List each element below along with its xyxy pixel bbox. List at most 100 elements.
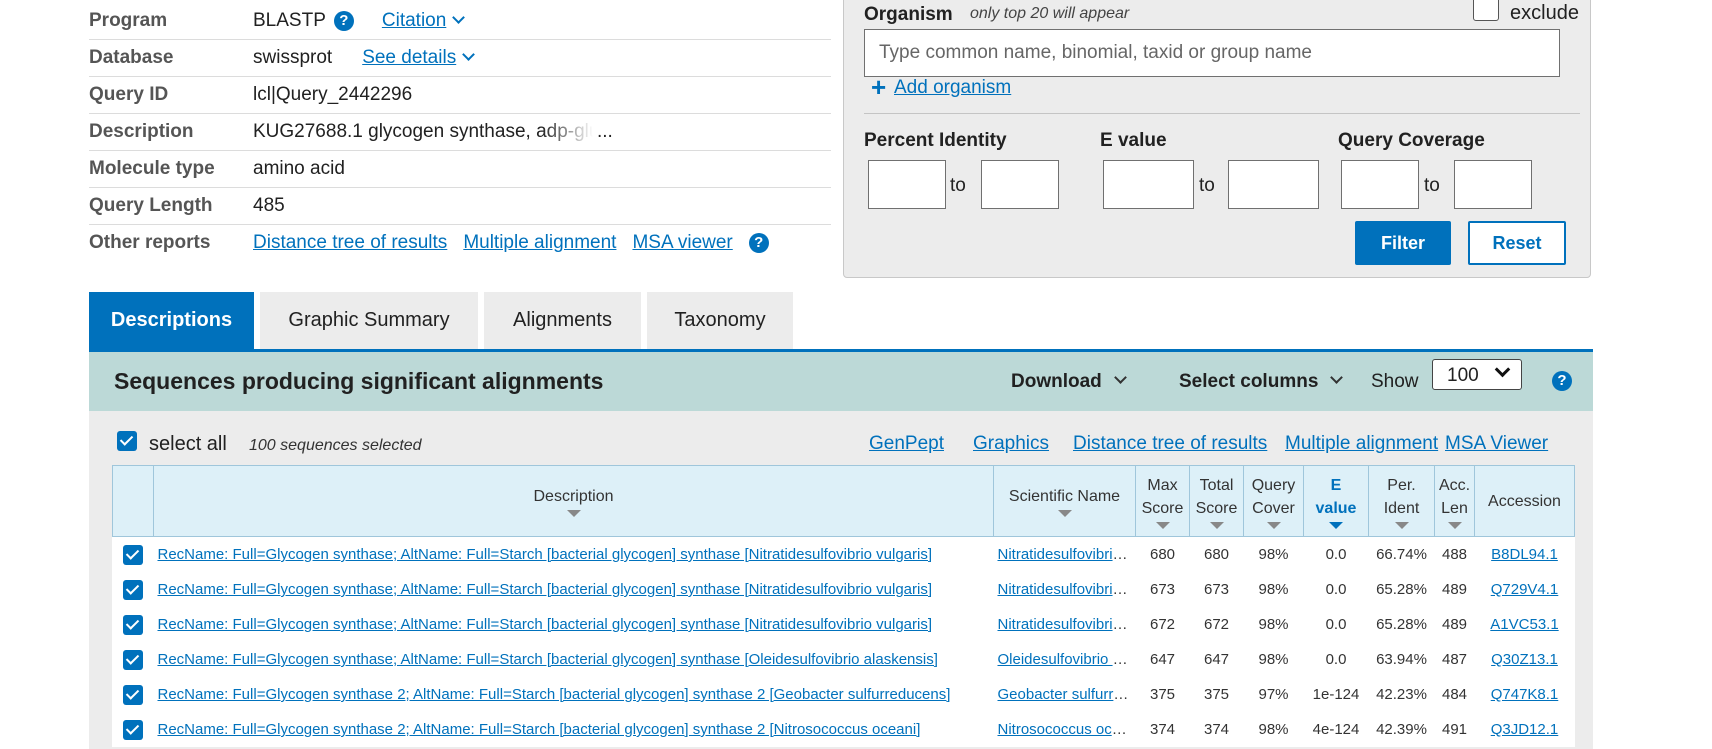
- query-coverage-min-input[interactable]: [1341, 160, 1419, 209]
- checkbox-checked-icon[interactable]: [123, 614, 143, 635]
- multiple-alignment-link[interactable]: Multiple alignment: [463, 232, 616, 254]
- per-ident-cell: 42.39%: [1368, 712, 1435, 747]
- distance-tree-link[interactable]: Distance tree of results: [1073, 433, 1267, 455]
- checkbox-checked-icon[interactable]: [123, 649, 143, 670]
- max-score-column-header[interactable]: Max Score: [1135, 465, 1190, 537]
- query-cover-column-header[interactable]: Query Cover: [1243, 465, 1304, 537]
- evalue-column-header[interactable]: Evalue: [1303, 465, 1369, 537]
- row-checkbox-cell[interactable]: [112, 642, 154, 677]
- description-link[interactable]: RecName: Full=Glycogen synthase; AltName…: [158, 651, 938, 668]
- tab-graphic-summary[interactable]: Graphic Summary: [260, 292, 478, 349]
- checkbox-checked-icon[interactable]: [123, 544, 143, 565]
- row-checkbox-cell[interactable]: [112, 607, 154, 642]
- molecule-type-value: amino acid: [253, 158, 345, 179]
- accession-link[interactable]: A1VC53.1: [1490, 616, 1558, 633]
- query-coverage-max-input[interactable]: [1454, 160, 1532, 209]
- scientific-name-link[interactable]: Nitratidesulfovibrio vulgaris: [998, 546, 1136, 563]
- percent-identity-max-input[interactable]: [981, 160, 1059, 209]
- percent-identity-min-input[interactable]: [868, 160, 946, 209]
- accession-link[interactable]: Q747K8.1: [1491, 686, 1559, 703]
- evalue-min-input[interactable]: [1103, 160, 1194, 209]
- accession-column-header[interactable]: Accession: [1474, 465, 1575, 537]
- plus-icon[interactable]: +: [871, 72, 886, 103]
- select-all-label[interactable]: select all: [149, 433, 227, 456]
- sort-arrow-icon[interactable]: [1447, 521, 1462, 529]
- description-link[interactable]: RecName: Full=Glycogen synthase; AltName…: [158, 581, 933, 598]
- tab-taxonomy[interactable]: Taxonomy: [647, 292, 793, 349]
- reset-button[interactable]: Reset: [1468, 221, 1566, 265]
- row-checkbox-cell[interactable]: [112, 536, 154, 572]
- scientific-name-link[interactable]: Nitratidesulfovibrio vulgaris: [998, 581, 1136, 598]
- description-column-header[interactable]: Description: [153, 465, 994, 537]
- description-more[interactable]: ...: [597, 121, 613, 143]
- per-ident-column-header[interactable]: Per. Ident: [1368, 465, 1435, 537]
- description-link[interactable]: RecName: Full=Glycogen synthase; AltName…: [158, 546, 933, 563]
- scientific-name-link[interactable]: Geobacter sulfurreducens: [998, 686, 1136, 703]
- add-organism-link[interactable]: Add organism: [894, 77, 1011, 99]
- tab-alignments[interactable]: Alignments: [484, 292, 641, 349]
- description-link[interactable]: RecName: Full=Glycogen synthase 2; AltNa…: [158, 686, 951, 703]
- checkbox-checked-icon[interactable]: [123, 684, 143, 705]
- see-details-link[interactable]: See details: [362, 47, 456, 69]
- genpept-link[interactable]: GenPept: [869, 433, 944, 455]
- show-select[interactable]: 100: [1432, 359, 1522, 390]
- scientific-name-link[interactable]: Oleidesulfovibrio alaskensis: [998, 651, 1136, 668]
- help-icon[interactable]: ?: [1552, 371, 1572, 391]
- acc-len-column-header[interactable]: Acc. Len: [1434, 465, 1475, 537]
- graphics-link[interactable]: Graphics: [973, 433, 1049, 455]
- accession-link[interactable]: B8DL94.1: [1491, 546, 1558, 563]
- sort-arrow-icon[interactable]: [1394, 521, 1409, 529]
- chevron-down-icon[interactable]: [452, 10, 466, 24]
- checkbox-checked-icon[interactable]: [123, 579, 143, 600]
- filter-button[interactable]: Filter: [1355, 221, 1451, 265]
- row-checkbox-cell[interactable]: [112, 712, 154, 747]
- select-all-checkbox[interactable]: [117, 431, 137, 451]
- msa-viewer-link[interactable]: MSA viewer: [632, 232, 732, 254]
- acc-len-cell: 489: [1434, 607, 1475, 642]
- scientific-name-link[interactable]: Nitrosococcus oceani: [998, 721, 1136, 738]
- chevron-down-icon[interactable]: [462, 47, 476, 61]
- total-score-column-header[interactable]: Total Score: [1189, 465, 1244, 537]
- accession-link[interactable]: Q3JD12.1: [1491, 721, 1559, 738]
- scientific-name-column-header[interactable]: Scientific Name: [993, 465, 1136, 537]
- row-checkbox-cell[interactable]: [112, 677, 154, 712]
- tab-descriptions[interactable]: Descriptions: [89, 292, 254, 349]
- sort-arrow-icon[interactable]: [1155, 521, 1170, 529]
- results-header-bar: Sequences producing significant alignmen…: [89, 352, 1593, 411]
- evalue-max-input[interactable]: [1228, 160, 1319, 209]
- max-score-cell: 647: [1135, 642, 1190, 677]
- citation-link[interactable]: Citation: [382, 10, 446, 32]
- total-score-cell: 680: [1189, 536, 1244, 572]
- accession-link[interactable]: Q729V4.1: [1491, 581, 1559, 598]
- select-columns-label: Select columns: [1179, 371, 1319, 392]
- scientific-name-link[interactable]: Nitratidesulfovibrio vulgaris: [998, 616, 1136, 633]
- sort-arrow-icon[interactable]: [566, 510, 581, 517]
- select-columns-dropdown[interactable]: Select columns: [1179, 371, 1344, 393]
- checkbox-checked-icon[interactable]: [123, 719, 143, 740]
- row-checkbox-cell[interactable]: [112, 572, 154, 607]
- evalue-cell: 0.0: [1303, 642, 1369, 677]
- description-link[interactable]: RecName: Full=Glycogen synthase 2; AltNa…: [158, 721, 921, 738]
- exclude-checkbox[interactable]: [1473, 0, 1499, 21]
- row-other-reports: Other reports Distance tree of results M…: [89, 225, 831, 261]
- sort-arrow-icon[interactable]: [1329, 521, 1343, 529]
- description-link[interactable]: RecName: Full=Glycogen synthase; AltName…: [158, 616, 933, 633]
- organism-input[interactable]: Type common name, binomial, taxid or gro…: [864, 29, 1560, 77]
- acc-len-cell: 488: [1434, 536, 1475, 572]
- sort-arrow-icon[interactable]: [1266, 521, 1281, 529]
- sort-arrow-icon[interactable]: [1209, 521, 1224, 529]
- help-icon[interactable]: ?: [333, 11, 354, 31]
- msa-viewer-link[interactable]: MSA Viewer: [1445, 433, 1548, 455]
- results-table: Description Scientific Name Max Score Tot…: [112, 465, 1575, 747]
- evalue-cell: 4e-124: [1303, 712, 1369, 747]
- checkbox-column-header: [112, 465, 154, 537]
- download-dropdown[interactable]: Download: [1011, 371, 1127, 393]
- multiple-alignment-link[interactable]: Multiple alignment: [1285, 433, 1438, 455]
- query-coverage-label: Query Coverage: [1338, 130, 1485, 151]
- sort-arrow-icon[interactable]: [1057, 510, 1072, 517]
- accession-link[interactable]: Q30Z13.1: [1491, 651, 1558, 668]
- distance-tree-link[interactable]: Distance tree of results: [253, 232, 447, 254]
- per-ident-cell: 65.28%: [1368, 607, 1435, 642]
- help-icon[interactable]: ?: [748, 233, 769, 253]
- chevron-down-icon: [1330, 371, 1344, 384]
